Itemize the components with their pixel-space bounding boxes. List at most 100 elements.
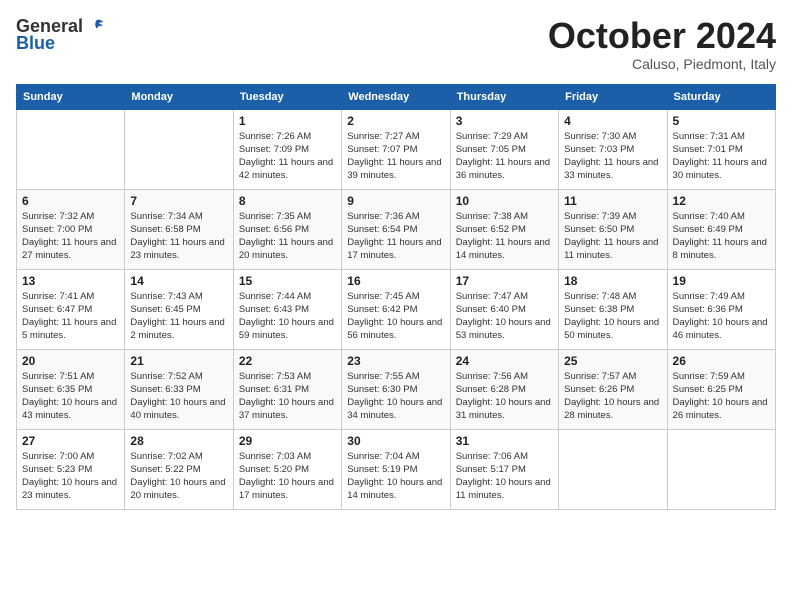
day-number: 16 xyxy=(347,274,444,288)
day-number: 24 xyxy=(456,354,553,368)
day-number: 3 xyxy=(456,114,553,128)
calendar-cell: 15Sunrise: 7:44 AMSunset: 6:43 PMDayligh… xyxy=(233,269,341,349)
day-number: 7 xyxy=(130,194,227,208)
day-number: 19 xyxy=(673,274,770,288)
weekday-header: Saturday xyxy=(667,84,775,109)
day-info: Sunrise: 7:44 AMSunset: 6:43 PMDaylight:… xyxy=(239,290,336,343)
calendar-week-row: 6Sunrise: 7:32 AMSunset: 7:00 PMDaylight… xyxy=(17,189,776,269)
day-info: Sunrise: 7:53 AMSunset: 6:31 PMDaylight:… xyxy=(239,370,336,423)
weekday-header: Wednesday xyxy=(342,84,450,109)
day-info: Sunrise: 7:38 AMSunset: 6:52 PMDaylight:… xyxy=(456,210,553,263)
day-info: Sunrise: 7:57 AMSunset: 6:26 PMDaylight:… xyxy=(564,370,661,423)
day-number: 12 xyxy=(673,194,770,208)
day-info: Sunrise: 7:40 AMSunset: 6:49 PMDaylight:… xyxy=(673,210,770,263)
calendar-cell: 14 Sunrise: 7:43 AMSunset: 6:45 PMDayligh… xyxy=(125,269,233,349)
day-number: 23 xyxy=(347,354,444,368)
calendar-cell: 13Sunrise: 7:41 AMSunset: 6:47 PMDayligh… xyxy=(17,269,125,349)
logo-blue-text: Blue xyxy=(16,33,55,54)
calendar-week-row: 20 Sunrise: 7:51 AMSunset: 6:35 PMDayligh… xyxy=(17,349,776,429)
day-number: 20 xyxy=(22,354,119,368)
page-header: General Blue October 2024 Caluso, Piedmo… xyxy=(16,16,776,72)
calendar-cell: 30 Sunrise: 7:04 AMSunset: 5:19 PMDayligh… xyxy=(342,429,450,509)
day-info: Sunrise: 7:30 AMSunset: 7:03 PMDaylight:… xyxy=(564,130,661,183)
calendar-cell xyxy=(125,109,233,189)
calendar-cell: 29 Sunrise: 7:03 AMSunset: 5:20 PMDayligh… xyxy=(233,429,341,509)
calendar-cell xyxy=(17,109,125,189)
calendar-cell: 19 Sunrise: 7:49 AMSunset: 6:36 PMDayligh… xyxy=(667,269,775,349)
day-info: Sunrise: 7:29 AMSunset: 7:05 PMDaylight:… xyxy=(456,130,553,183)
calendar-table: SundayMondayTuesdayWednesdayThursdayFrid… xyxy=(16,84,776,510)
day-info: Sunrise: 7:39 AMSunset: 6:50 PMDaylight:… xyxy=(564,210,661,263)
day-number: 6 xyxy=(22,194,119,208)
day-number: 14 xyxy=(130,274,227,288)
weekday-header-row: SundayMondayTuesdayWednesdayThursdayFrid… xyxy=(17,84,776,109)
calendar-cell: 12 Sunrise: 7:40 AMSunset: 6:49 PMDayligh… xyxy=(667,189,775,269)
calendar-cell: 27 Sunrise: 7:00 AMSunset: 5:23 PMDayligh… xyxy=(17,429,125,509)
day-number: 31 xyxy=(456,434,553,448)
day-info: Sunrise: 7:45 AMSunset: 6:42 PMDaylight:… xyxy=(347,290,444,343)
calendar-week-row: 27 Sunrise: 7:00 AMSunset: 5:23 PMDayligh… xyxy=(17,429,776,509)
calendar-cell: 9 Sunrise: 7:36 AMSunset: 6:54 PMDaylight… xyxy=(342,189,450,269)
calendar-cell: 11Sunrise: 7:39 AMSunset: 6:50 PMDayligh… xyxy=(559,189,667,269)
day-info: Sunrise: 7:51 AMSunset: 6:35 PMDaylight:… xyxy=(22,370,119,423)
day-number: 2 xyxy=(347,114,444,128)
day-info: Sunrise: 7:03 AMSunset: 5:20 PMDaylight:… xyxy=(239,450,336,503)
day-info: Sunrise: 7:34 AMSunset: 6:58 PMDaylight:… xyxy=(130,210,227,263)
day-info: Sunrise: 7:06 AMSunset: 5:17 PMDaylight:… xyxy=(456,450,553,503)
calendar-cell: 8 Sunrise: 7:35 AMSunset: 6:56 PMDaylight… xyxy=(233,189,341,269)
day-info: Sunrise: 7:43 AMSunset: 6:45 PMDaylight:… xyxy=(130,290,227,343)
calendar-cell: 6Sunrise: 7:32 AMSunset: 7:00 PMDaylight… xyxy=(17,189,125,269)
weekday-header: Tuesday xyxy=(233,84,341,109)
day-info: Sunrise: 7:26 AMSunset: 7:09 PMDaylight:… xyxy=(239,130,336,183)
day-info: Sunrise: 7:27 AMSunset: 7:07 PMDaylight:… xyxy=(347,130,444,183)
day-number: 17 xyxy=(456,274,553,288)
calendar-cell: 2 Sunrise: 7:27 AMSunset: 7:07 PMDaylight… xyxy=(342,109,450,189)
calendar-cell: 22 Sunrise: 7:53 AMSunset: 6:31 PMDayligh… xyxy=(233,349,341,429)
day-info: Sunrise: 7:00 AMSunset: 5:23 PMDaylight:… xyxy=(22,450,119,503)
weekday-header: Sunday xyxy=(17,84,125,109)
calendar-cell: 26Sunrise: 7:59 AMSunset: 6:25 PMDayligh… xyxy=(667,349,775,429)
day-info: Sunrise: 7:31 AMSunset: 7:01 PMDaylight:… xyxy=(673,130,770,183)
day-number: 10 xyxy=(456,194,553,208)
weekday-header: Monday xyxy=(125,84,233,109)
day-number: 30 xyxy=(347,434,444,448)
calendar-cell: 25 Sunrise: 7:57 AMSunset: 6:26 PMDayligh… xyxy=(559,349,667,429)
day-info: Sunrise: 7:04 AMSunset: 5:19 PMDaylight:… xyxy=(347,450,444,503)
day-info: Sunrise: 7:52 AMSunset: 6:33 PMDaylight:… xyxy=(130,370,227,423)
calendar-cell: 3 Sunrise: 7:29 AMSunset: 7:05 PMDaylight… xyxy=(450,109,558,189)
day-info: Sunrise: 7:02 AMSunset: 5:22 PMDaylight:… xyxy=(130,450,227,503)
calendar-cell: 16 Sunrise: 7:45 AMSunset: 6:42 PMDayligh… xyxy=(342,269,450,349)
calendar-cell: 17 Sunrise: 7:47 AMSunset: 6:40 PMDayligh… xyxy=(450,269,558,349)
logo-bird-icon xyxy=(87,18,105,36)
title-section: October 2024 Caluso, Piedmont, Italy xyxy=(548,16,776,72)
weekday-header: Friday xyxy=(559,84,667,109)
logo: General Blue xyxy=(16,16,105,54)
day-info: Sunrise: 7:41 AMSunset: 6:47 PMDaylight:… xyxy=(22,290,119,343)
day-number: 18 xyxy=(564,274,661,288)
day-number: 29 xyxy=(239,434,336,448)
calendar-week-row: 1Sunrise: 7:26 AMSunset: 7:09 PMDaylight… xyxy=(17,109,776,189)
calendar-cell: 23Sunrise: 7:55 AMSunset: 6:30 PMDayligh… xyxy=(342,349,450,429)
calendar-cell: 21Sunrise: 7:52 AMSunset: 6:33 PMDayligh… xyxy=(125,349,233,429)
day-number: 9 xyxy=(347,194,444,208)
location-subtitle: Caluso, Piedmont, Italy xyxy=(548,56,776,72)
day-info: Sunrise: 7:49 AMSunset: 6:36 PMDaylight:… xyxy=(673,290,770,343)
day-number: 25 xyxy=(564,354,661,368)
day-info: Sunrise: 7:36 AMSunset: 6:54 PMDaylight:… xyxy=(347,210,444,263)
calendar-cell: 20 Sunrise: 7:51 AMSunset: 6:35 PMDayligh… xyxy=(17,349,125,429)
calendar-week-row: 13Sunrise: 7:41 AMSunset: 6:47 PMDayligh… xyxy=(17,269,776,349)
day-number: 26 xyxy=(673,354,770,368)
calendar-cell: 1Sunrise: 7:26 AMSunset: 7:09 PMDaylight… xyxy=(233,109,341,189)
calendar-cell: 7 Sunrise: 7:34 AMSunset: 6:58 PMDaylight… xyxy=(125,189,233,269)
day-number: 5 xyxy=(673,114,770,128)
day-number: 8 xyxy=(239,194,336,208)
day-number: 27 xyxy=(22,434,119,448)
calendar-cell: 28Sunrise: 7:02 AMSunset: 5:22 PMDayligh… xyxy=(125,429,233,509)
month-title: October 2024 xyxy=(548,16,776,56)
calendar-cell xyxy=(667,429,775,509)
day-info: Sunrise: 7:47 AMSunset: 6:40 PMDaylight:… xyxy=(456,290,553,343)
day-number: 22 xyxy=(239,354,336,368)
day-info: Sunrise: 7:48 AMSunset: 6:38 PMDaylight:… xyxy=(564,290,661,343)
calendar-cell xyxy=(559,429,667,509)
day-info: Sunrise: 7:35 AMSunset: 6:56 PMDaylight:… xyxy=(239,210,336,263)
